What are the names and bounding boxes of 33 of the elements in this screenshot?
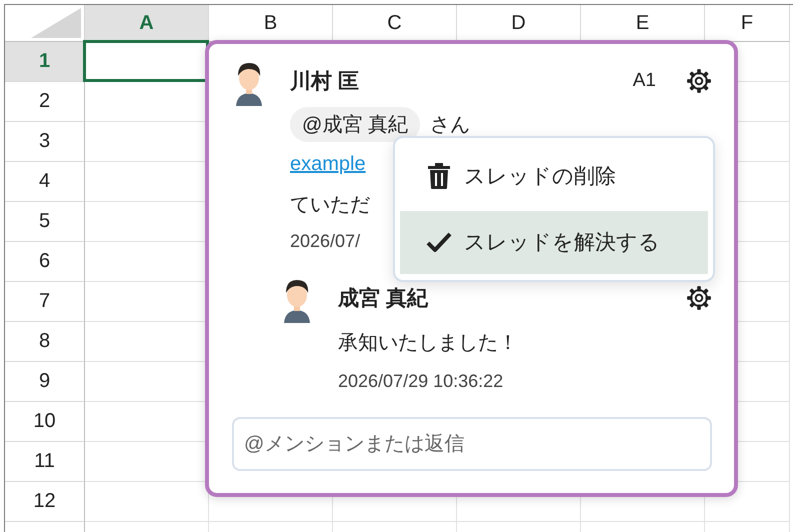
menu-item[interactable]: スレッドを解決する [400, 210, 708, 274]
reply-field[interactable]: @メンションまたは返信 [232, 417, 712, 471]
author-name: 川村 匡 [290, 69, 360, 95]
corner-triangle-icon [31, 8, 81, 38]
settings-icon [686, 285, 712, 311]
comment-text: さん [430, 112, 470, 138]
check-icon [426, 231, 452, 254]
column-header[interactable]: B [209, 5, 333, 42]
row-header[interactable]: 8 [5, 322, 85, 362]
author-name: 成宮 真紀 [338, 286, 430, 312]
timestamp: 2026/07/ [290, 230, 360, 253]
settings-button[interactable] [686, 68, 712, 94]
row-header[interactable]: 7 [5, 282, 85, 322]
row-header[interactable]: 6 [5, 242, 85, 282]
link[interactable]: example [290, 152, 366, 176]
trash-icon [427, 162, 451, 190]
row-header[interactable]: 3 [5, 122, 85, 162]
cell-reference: A1 [632, 70, 656, 92]
comment-text: ていただ [290, 192, 370, 218]
settings-button[interactable] [686, 285, 712, 311]
column-header[interactable]: A [85, 5, 209, 42]
row-header[interactable]: 5 [5, 202, 85, 242]
row-header[interactable]: 11 [5, 442, 85, 482]
mention-tag: @成宮 真紀 [290, 106, 420, 142]
row-header[interactable]: 4 [5, 162, 85, 202]
row-header[interactable]: 9 [5, 362, 85, 402]
settings-icon [686, 68, 712, 94]
timestamp: 2026/07/29 10:36:22 [338, 370, 504, 392]
row-header[interactable]: 2 [5, 82, 85, 122]
row-header[interactable]: 10 [5, 402, 85, 442]
row-header[interactable]: 1 [5, 42, 85, 82]
row-header[interactable]: 12 [5, 482, 85, 522]
comment-text: 承知いたしました！ [338, 330, 518, 356]
